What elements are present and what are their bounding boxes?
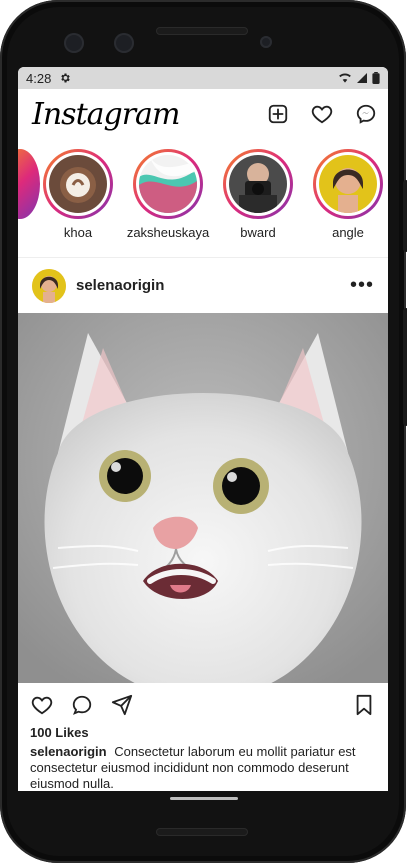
power-button xyxy=(403,180,407,252)
add-post-button[interactable] xyxy=(266,102,290,126)
app-screen: 4:28 Instagram khoa zaksheuskaya bward a… xyxy=(18,67,388,791)
speaker-grille xyxy=(156,27,248,35)
more-options-icon[interactable]: ••• xyxy=(350,274,374,297)
post-caption: selenaorigin Consectetur laborum eu moll… xyxy=(18,740,388,791)
phone-frame: 4:28 Instagram khoa zaksheuskaya bward a… xyxy=(0,0,407,863)
story-ring xyxy=(43,149,113,219)
messenger-button[interactable] xyxy=(354,102,378,126)
front-camera-right xyxy=(114,33,134,53)
stories-row: khoa zaksheuskaya bward angle xyxy=(18,139,388,258)
post-avatar[interactable] xyxy=(32,268,66,303)
story-item[interactable]: khoa xyxy=(42,149,114,240)
post-header: selenaorigin ••• xyxy=(18,258,388,313)
coffee-avatar xyxy=(49,155,107,213)
wifi-icon xyxy=(339,73,351,83)
comment-icon xyxy=(72,695,92,715)
story-ring xyxy=(133,149,203,219)
add-post-icon xyxy=(268,104,288,124)
story-label: khoa xyxy=(63,225,93,240)
post-image[interactable] xyxy=(18,313,388,683)
share-button[interactable] xyxy=(110,693,134,717)
story-label: bward xyxy=(240,225,276,240)
story-label: angle xyxy=(332,225,364,240)
signal-icon xyxy=(357,73,367,83)
post-actions xyxy=(18,683,388,727)
person-avatar xyxy=(319,155,377,213)
status-bar: 4:28 xyxy=(18,67,388,89)
like-button[interactable] xyxy=(30,693,54,717)
heart-icon xyxy=(31,696,53,715)
instagram-logo[interactable]: Instagram xyxy=(32,97,180,132)
proximity-sensor xyxy=(260,36,272,48)
app-header: Instagram xyxy=(18,89,388,139)
caption-username[interactable]: selenaorigin xyxy=(30,744,107,759)
status-time: 4:28 xyxy=(26,70,52,86)
comment-button[interactable] xyxy=(70,693,94,717)
story-item[interactable]: angle xyxy=(312,149,384,240)
story-ring-partial[interactable] xyxy=(18,149,40,219)
save-button[interactable] xyxy=(352,693,376,717)
likes-count: 100 Likes xyxy=(30,725,89,740)
story-ring xyxy=(313,149,383,219)
home-indicator[interactable] xyxy=(170,797,238,800)
battery-icon xyxy=(372,72,380,84)
messenger-icon xyxy=(356,104,376,124)
activity-button[interactable] xyxy=(310,102,334,126)
story-label: zaksheuskaya xyxy=(126,225,210,240)
story-item[interactable]: zaksheuskaya xyxy=(127,149,209,240)
send-icon xyxy=(111,694,133,716)
settings-icon xyxy=(61,73,71,83)
story-ring xyxy=(223,149,293,219)
bookmark-icon xyxy=(356,694,372,716)
bottom-speaker xyxy=(156,828,248,836)
heart-icon xyxy=(311,105,333,124)
cat-photo xyxy=(18,313,388,683)
post-username[interactable]: selenaorigin xyxy=(76,277,164,294)
front-camera-left xyxy=(64,33,84,53)
volume-button xyxy=(403,308,407,426)
paint-avatar xyxy=(139,155,197,213)
story-item[interactable]: bward xyxy=(222,149,294,240)
camera-avatar xyxy=(229,155,287,213)
